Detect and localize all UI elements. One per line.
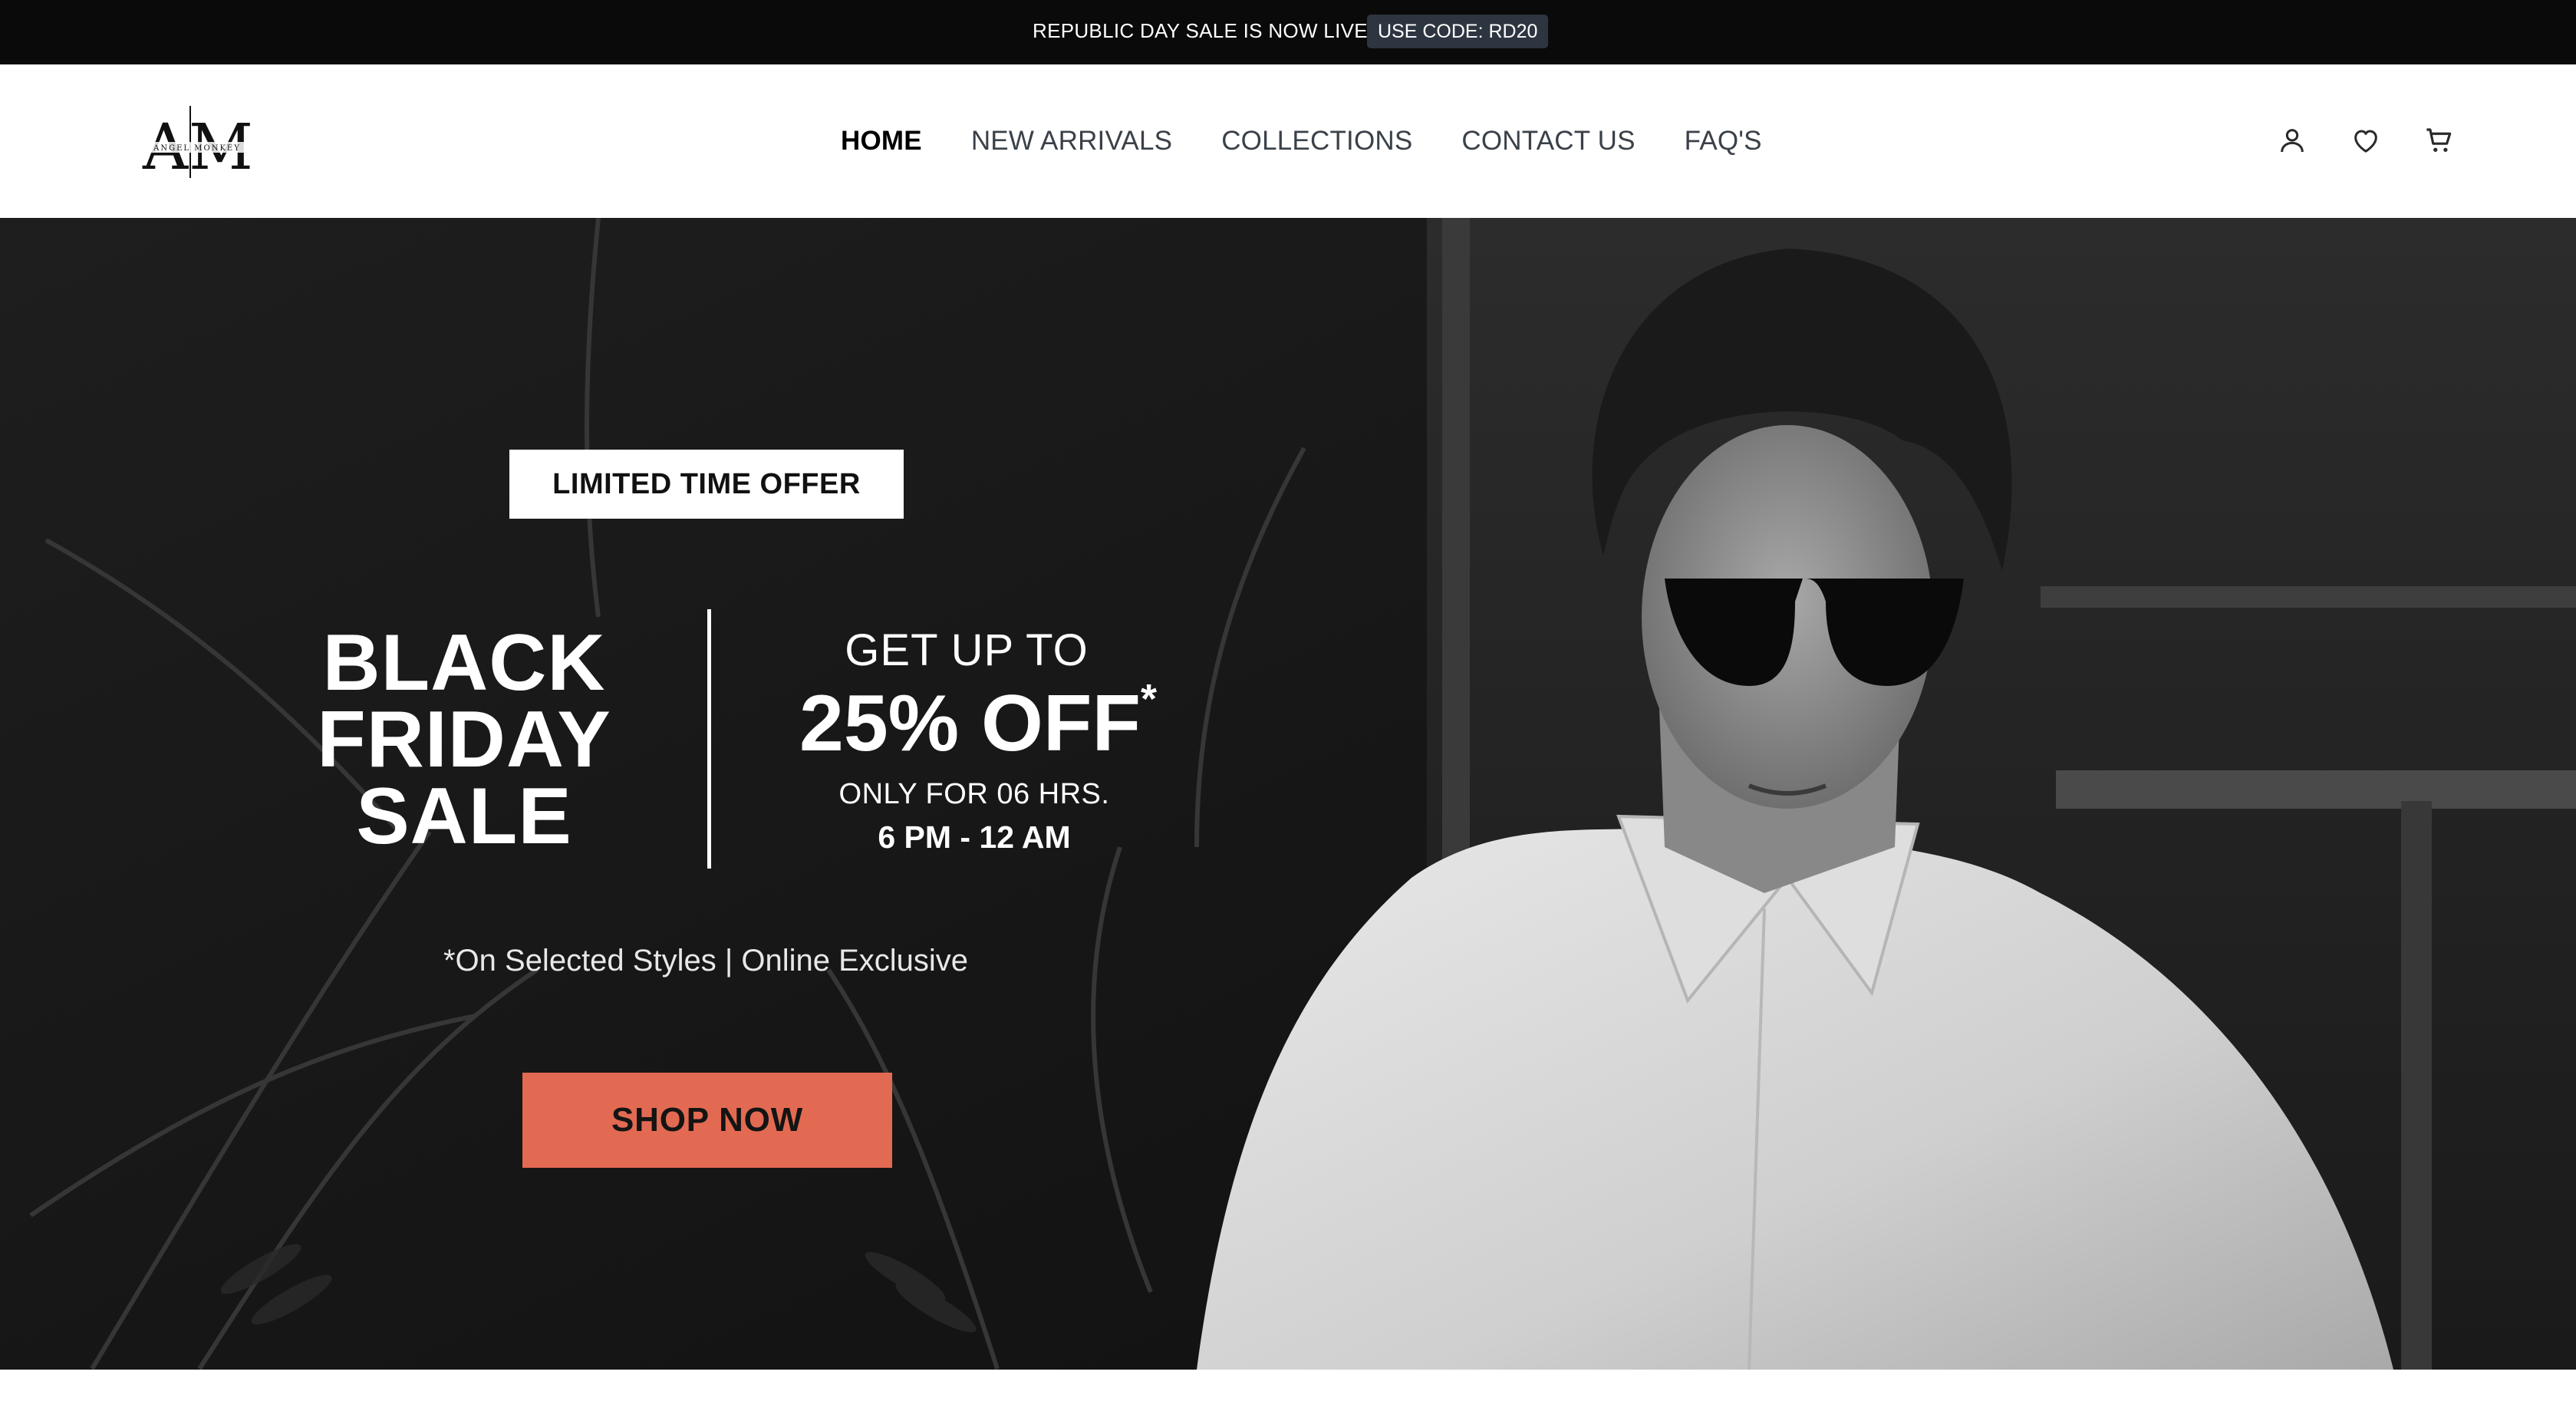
discount-text: 25% OFF*: [790, 676, 1166, 770]
main-nav: HOME NEW ARRIVALS COLLECTIONS CONTACT US…: [841, 64, 1762, 218]
header-icons: [2272, 120, 2459, 161]
sale-headline-line-1: BLACK: [322, 618, 606, 707]
site-header: A M ANGEL MONKEY HOME NEW ARRIVALS COLLE…: [0, 64, 2576, 218]
duration-text: ONLY FOR 06 HRS.: [838, 778, 1110, 810]
limited-offer-badge: LIMITED TIME OFFER: [509, 450, 904, 519]
cart-icon: [2426, 128, 2452, 152]
nav-faqs[interactable]: FAQ'S: [1685, 126, 1762, 157]
account-icon: [2281, 129, 2304, 153]
nav-collections[interactable]: COLLECTIONS: [1221, 126, 1412, 157]
logo-wordmark: ANGEL MONKEY: [153, 144, 241, 153]
announcement-bar: REPUBLIC DAY SALE IS NOW LIVE⚡ USE CODE:…: [0, 0, 2576, 64]
wishlist-button[interactable]: [2346, 120, 2386, 161]
hero-banner: LIMITED TIME OFFER BLACK FRIDAY SALE GET…: [0, 218, 2576, 1370]
headline-divider: [707, 609, 711, 869]
sale-headline-line-3: SALE: [356, 772, 572, 861]
account-button[interactable]: [2272, 120, 2312, 161]
offer-note: *On Selected Styles | Online Exclusive: [443, 944, 969, 978]
promo-code-badge[interactable]: USE CODE: RD20: [1367, 15, 1549, 48]
nav-new-arrivals[interactable]: NEW ARRIVALS: [971, 126, 1172, 157]
nav-home[interactable]: HOME: [841, 126, 922, 157]
announcement-message: REPUBLIC DAY SALE IS NOW LIVE: [1033, 19, 1368, 42]
brand-logo[interactable]: A M ANGEL MONKEY: [141, 98, 256, 184]
cart-button[interactable]: [2420, 120, 2459, 161]
logo-mark-icon: A M ANGEL MONKEY: [142, 106, 253, 184]
announcement-text: REPUBLIC DAY SALE IS NOW LIVE⚡: [1033, 19, 1392, 43]
sale-headline: BLACK FRIDAY SALE: [307, 618, 621, 861]
discount-value: 25% OFF: [799, 679, 1141, 768]
shop-now-button[interactable]: SHOP NOW: [522, 1073, 892, 1168]
heart-icon: [2354, 130, 2377, 153]
get-up-to-text: GET UP TO: [845, 625, 1089, 675]
nav-contact-us[interactable]: CONTACT US: [1461, 126, 1635, 157]
sale-headline-line-2: FRIDAY: [317, 695, 611, 784]
discount-asterisk: *: [1140, 676, 1157, 722]
time-window-text: 6 PM - 12 AM: [878, 819, 1071, 855]
